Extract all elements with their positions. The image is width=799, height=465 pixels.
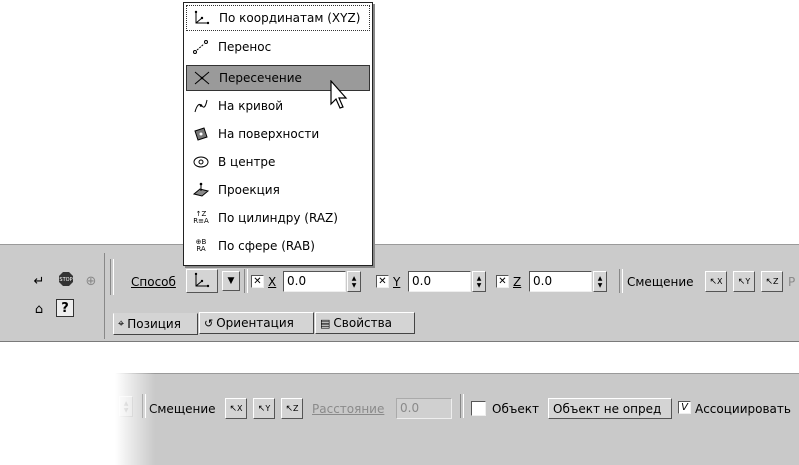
- y-lock-checkbox[interactable]: ✕: [376, 275, 389, 288]
- method-icon-button[interactable]: [186, 269, 218, 293]
- associate-checkbox[interactable]: V: [678, 401, 691, 414]
- object-label: Объект: [492, 402, 539, 416]
- offset-label: Смещение: [627, 275, 694, 289]
- offset-y-button[interactable]: ↖ Y: [733, 271, 755, 292]
- intersection-icon: [191, 69, 213, 87]
- z-lock-checkbox[interactable]: ✕: [496, 275, 509, 288]
- on-surface-icon: [190, 125, 212, 143]
- object-checkbox[interactable]: [471, 401, 486, 416]
- offset-x-button[interactable]: ↖ X: [705, 271, 727, 292]
- xyz-axes-icon: [194, 272, 210, 288]
- object-select-button[interactable]: Объект не опред: [548, 398, 672, 419]
- menu-item-center[interactable]: В центре: [186, 149, 370, 175]
- grid-snap-icon[interactable]: ⊕: [83, 273, 99, 289]
- cylinder-raz-icon: ↑Z R≡A: [193, 210, 209, 225]
- distance-label: Расстояние: [312, 402, 385, 416]
- tab-position[interactable]: ⌖ Позиция: [113, 313, 198, 335]
- menu-item-xyz[interactable]: По координатам (XYZ): [186, 5, 370, 31]
- stop-icon[interactable]: STOP: [58, 271, 74, 287]
- xyz-axes-icon: [191, 9, 213, 27]
- fade-overlay: [115, 373, 155, 465]
- associate-label: Ассоциировать: [695, 402, 791, 416]
- separator: [460, 394, 464, 418]
- y-spinner[interactable]: ▲ ▼: [472, 271, 486, 292]
- help-icon[interactable]: ?: [56, 299, 74, 317]
- orientation-icon: ↺: [204, 316, 214, 330]
- position-icon: ⌖: [118, 317, 125, 330]
- properties-toolbar: ↵ STOP ⊕ ⌂ ? Способ ▼ ✕ X 0.0 ▲ ▼ ✕ Y 0.0…: [0, 244, 799, 342]
- distance-label-truncated: Р: [788, 275, 796, 289]
- x-lock-checkbox[interactable]: ✕: [251, 275, 264, 288]
- y-label: Y: [393, 275, 401, 289]
- z-spinner[interactable]: ▲ ▼: [593, 271, 607, 292]
- distance-input: 0.0: [396, 398, 452, 419]
- z-label: Z: [513, 275, 522, 289]
- method-dropdown-button[interactable]: ▼: [222, 271, 240, 291]
- z-input[interactable]: 0.0: [529, 271, 592, 292]
- separator: [110, 259, 114, 295]
- method-dropdown-menu: По координатам (XYZ) Перенос Пересечение…: [183, 2, 373, 266]
- tab-properties[interactable]: ▤ Свойства: [315, 312, 415, 334]
- method-label: Способ: [131, 275, 176, 289]
- offset-y-button[interactable]: ↖ Y: [253, 398, 275, 419]
- y-input[interactable]: 0.0: [408, 271, 471, 292]
- enter-arrow-icon[interactable]: ↵: [31, 273, 47, 289]
- offset-x-button[interactable]: ↖ X: [225, 398, 247, 419]
- x-input[interactable]: 0.0: [283, 271, 346, 292]
- separator: [619, 269, 623, 293]
- on-curve-icon: [190, 97, 212, 115]
- tab-orientation[interactable]: ↺ Ориентация: [199, 312, 314, 334]
- projection-icon: [190, 181, 212, 199]
- x-spinner[interactable]: ▲ ▼: [347, 271, 361, 292]
- x-label: X: [268, 275, 277, 289]
- sphere-rab-icon: ⊕B RA: [195, 238, 207, 253]
- home-icon[interactable]: ⌂: [31, 301, 47, 317]
- menu-item-transfer[interactable]: Перенос: [186, 34, 370, 60]
- properties-icon: ▤: [320, 316, 331, 330]
- offset-z-button[interactable]: ↖ Z: [761, 271, 783, 292]
- offset-label: Смещение: [149, 402, 216, 416]
- mouse-cursor-icon: [330, 79, 350, 113]
- menu-item-cylinder[interactable]: ↑Z R≡A По цилиндру (RAZ): [186, 205, 370, 231]
- menu-item-projection[interactable]: Проекция: [186, 177, 370, 203]
- separator: [244, 269, 248, 293]
- command-icon-panel: ↵ STOP ⊕ ⌂ ?: [6, 253, 105, 339]
- menu-item-on-surface[interactable]: На поверхности: [186, 121, 370, 147]
- transfer-points-icon: [190, 38, 212, 56]
- offset-z-button[interactable]: ↖ Z: [281, 398, 303, 419]
- svg-text:STOP: STOP: [59, 277, 72, 283]
- properties-toolbar-continued: ▲▼ Смещение ↖X ↖Y ↖Z Расстояние 0.0 Объе…: [115, 373, 799, 465]
- center-icon: [190, 153, 212, 171]
- menu-item-sphere[interactable]: ⊕B RA По сфере (RAB): [186, 233, 370, 259]
